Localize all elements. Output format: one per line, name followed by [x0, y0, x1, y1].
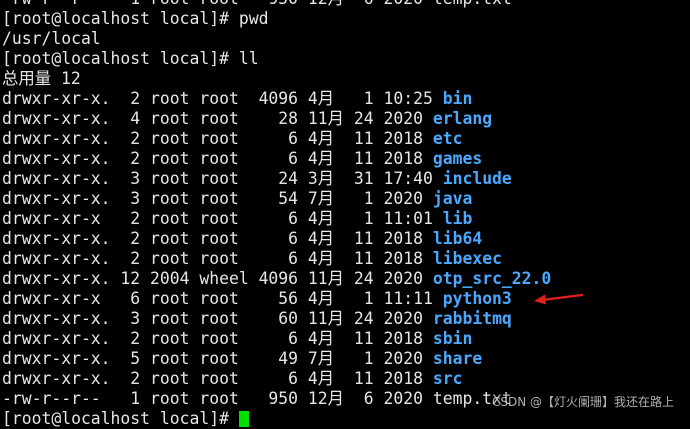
line-text: /usr/local: [2, 29, 101, 48]
terminal-line: /usr/local: [2, 29, 690, 49]
entry-meta: drwxr-xr-x. 2 root root 6 4月 11 2018: [2, 249, 433, 268]
entry-meta: drwxr-xr-x 2 root root 6 4月 1 11:01: [2, 209, 443, 228]
dir-entry: drwxr-xr-x 2 root root 6 4月 1 11:01 lib: [2, 209, 690, 229]
dir-entry: drwxr-xr-x. 3 root root 54 7月 1 2020 jav…: [2, 189, 690, 209]
entry-meta: drwxr-xr-x. 12 2004 wheel 4096 11月 24 20…: [2, 269, 433, 288]
dir-name: erlang: [432, 109, 493, 128]
terminal-line: [root@localhost local]# pwd: [2, 9, 690, 29]
terminal-output[interactable]: -rw-r--r-- 1 root root 950 12月 6 2020 te…: [2, 0, 690, 429]
dir-name: bin: [442, 89, 473, 108]
dir-name: games: [432, 149, 483, 168]
line-text: [root@localhost local]# pwd: [2, 9, 269, 28]
dir-name: lib64: [432, 229, 483, 248]
dir-name: src: [432, 369, 463, 388]
dir-entry: drwxr-xr-x. 5 root root 49 7月 1 2020 sha…: [2, 349, 690, 369]
cursor-block: [238, 411, 249, 427]
entry-meta: drwxr-xr-x. 3 root root 54 7月 1 2020: [2, 189, 433, 208]
line-text: [root@localhost local]# ll: [2, 49, 259, 68]
dir-name: rabbitmq: [432, 309, 512, 328]
dir-entry: drwxr-xr-x. 12 2004 wheel 4096 11月 24 20…: [2, 269, 690, 289]
entry-meta: drwxr-xr-x. 2 root root 6 4月 11 2018: [2, 229, 433, 248]
entry-meta: drwxr-xr-x. 2 root root 6 4月 11 2018: [2, 329, 433, 348]
entry-meta: drwxr-xr-x. 2 root root 6 4月 11 2018: [2, 369, 433, 388]
dir-name: libexec: [432, 249, 502, 268]
dir-entry: drwxr-xr-x. 2 root root 6 4月 11 2018 gam…: [2, 149, 690, 169]
line-text: -rw-r--r-- 1 root root 950 12月 6 2020 te…: [2, 389, 512, 408]
watermark-text: CSDN @【灯火阑珊】我还在路上: [489, 393, 676, 410]
entry-meta: drwxr-xr-x. 5 root root 49 7月 1 2020: [2, 349, 433, 368]
prompt-line[interactable]: [root@localhost local]#: [2, 409, 690, 429]
dir-entry: drwxr-xr-x. 2 root root 6 4月 11 2018 lib…: [2, 229, 690, 249]
dir-name: python3: [442, 289, 512, 308]
dir-entry: drwxr-xr-x. 2 root root 6 4月 11 2018 src: [2, 369, 690, 389]
entry-meta: drwxr-xr-x. 3 root root 24 3月 31 17:40: [2, 169, 443, 188]
dir-name: include: [442, 169, 512, 188]
dir-entry: drwxr-xr-x. 2 root root 6 4月 11 2018 etc: [2, 129, 690, 149]
dir-entry: drwxr-xr-x. 4 root root 28 11月 24 2020 e…: [2, 109, 690, 129]
dir-entry: drwxr-xr-x. 2 root root 6 4月 11 2018 lib…: [2, 249, 690, 269]
terminal-line: 总用量 12: [2, 69, 690, 89]
entry-meta: drwxr-xr-x. 2 root root 4096 4月 1 10:25: [2, 89, 443, 108]
entry-meta: drwxr-xr-x 6 root root 56 4月 1 11:11: [2, 289, 443, 308]
dir-name: otp_src_22.0: [432, 269, 552, 288]
dir-name: etc: [432, 129, 463, 148]
dir-entry: drwxr-xr-x. 2 root root 6 4月 11 2018 sbi…: [2, 329, 690, 349]
entry-meta: drwxr-xr-x. 2 root root 6 4月 11 2018: [2, 129, 433, 148]
entry-meta: drwxr-xr-x. 4 root root 28 11月 24 2020: [2, 109, 433, 128]
red-arrow-icon: [534, 293, 584, 305]
dir-entry: drwxr-xr-x. 3 root root 24 3月 31 17:40 i…: [2, 169, 690, 189]
dir-entry: drwxr-xr-x 6 root root 56 4月 1 11:11 pyt…: [2, 289, 690, 309]
dir-name: java: [432, 189, 473, 208]
dir-entry: drwxr-xr-x. 3 root root 60 11月 24 2020 r…: [2, 309, 690, 329]
entry-meta: drwxr-xr-x. 3 root root 60 11月 24 2020: [2, 309, 433, 328]
line-text: -rw-r--r-- 1 root root 950 12月 6 2020 te…: [2, 0, 512, 8]
line-text: 总用量 12: [2, 69, 81, 88]
terminal-line: [root@localhost local]# ll: [2, 49, 690, 69]
dir-name: lib: [442, 209, 473, 228]
dir-entry: drwxr-xr-x. 2 root root 4096 4月 1 10:25 …: [2, 89, 690, 109]
dir-name: sbin: [432, 329, 473, 348]
dir-name: share: [432, 349, 483, 368]
terminal-line: -rw-r--r-- 1 root root 950 12月 6 2020 te…: [2, 0, 690, 9]
entry-meta: drwxr-xr-x. 2 root root 6 4月 11 2018: [2, 149, 433, 168]
